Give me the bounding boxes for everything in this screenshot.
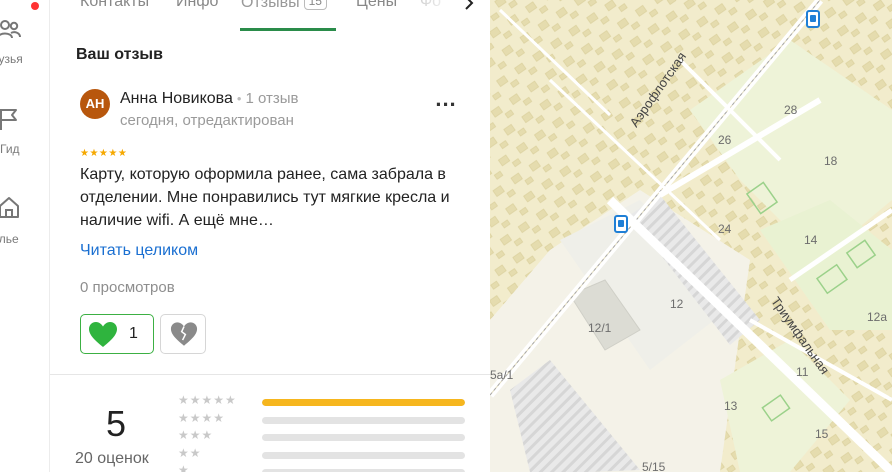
dislike-button[interactable] xyxy=(160,314,206,354)
org-panel: Контакты Инфо Отзывы15 Цены Фо Ваш отзыв… xyxy=(50,0,490,472)
review-stars: ★★★★★ xyxy=(80,148,128,159)
histogram-stars: ★★★★ xyxy=(178,411,226,425)
histogram-row: ★★★ xyxy=(178,428,468,445)
tab-reviews[interactable]: Отзывы 15 xyxy=(241,0,327,12)
tab-prices[interactable]: Цены xyxy=(356,0,397,11)
house-number: 11 xyxy=(796,365,809,379)
rail-item-friends[interactable]: рузья xyxy=(0,8,49,72)
tabs-fade xyxy=(410,0,460,30)
histogram-bar-fill xyxy=(262,399,465,406)
tab-info[interactable]: Инфо xyxy=(176,0,218,11)
house-number: 14 xyxy=(804,233,818,247)
housing-icon xyxy=(0,197,19,218)
rail-item-housing[interactable]: илье xyxy=(0,188,49,252)
house-number: 13 xyxy=(724,399,738,413)
house-number: 26 xyxy=(718,133,732,147)
transit-stop-icon[interactable] xyxy=(806,10,820,28)
rating-value: 5 xyxy=(106,403,127,444)
read-more-link[interactable]: Читать целиком xyxy=(80,242,198,260)
author-name[interactable]: Анна Новикова xyxy=(120,90,233,107)
rail-label-friends: рузья xyxy=(0,52,23,66)
left-rail: рузья Гид илье xyxy=(0,0,50,472)
rail-label-housing: илье xyxy=(0,232,19,246)
tab-reviews-label: Отзывы xyxy=(241,0,300,11)
section-divider xyxy=(50,374,490,375)
histogram-bar xyxy=(262,417,465,424)
histogram-stars: ★ xyxy=(178,463,190,472)
histogram-bar xyxy=(262,399,465,406)
avatar[interactable]: АН xyxy=(80,89,110,119)
histogram-stars: ★★★ xyxy=(178,428,214,442)
histogram-row: ★★★★ xyxy=(178,411,468,428)
rail-item-guide[interactable]: Гид xyxy=(0,100,49,164)
tab-contacts[interactable]: Контакты xyxy=(80,0,149,11)
house-number: 5/15 xyxy=(642,460,666,472)
histogram-bar xyxy=(262,452,465,459)
house-number: 24 xyxy=(718,222,732,236)
heart-green-icon xyxy=(89,322,117,347)
map[interactable]: Аэрофлотская Триумфальная 28 26 18 24 14… xyxy=(490,0,892,472)
friends-icon xyxy=(0,20,21,39)
histogram-bar xyxy=(262,434,465,441)
rail-label-guide: Гид xyxy=(0,142,20,156)
tab-bar: Контакты Инфо Отзывы15 Цены Фо xyxy=(50,0,490,31)
review-date: сегодня, отредактирован xyxy=(120,112,294,129)
house-number: 12/1 xyxy=(588,321,612,335)
guide-flag-icon xyxy=(0,109,17,130)
histogram-stars: ★★ xyxy=(178,446,202,460)
like-button[interactable]: 1 xyxy=(80,314,154,354)
histogram-row: ★★ xyxy=(178,446,468,463)
histogram-row: ★ xyxy=(178,463,468,472)
review-author: Анна Новикова • 1 отзыв xyxy=(120,90,298,108)
tabs-scroll-right-button[interactable] xyxy=(458,0,490,31)
review-text: Карту, которую оформила ранее, сама забр… xyxy=(80,166,450,229)
more-options-button[interactable]: ... xyxy=(428,88,464,116)
house-number: 15 xyxy=(815,427,829,441)
tab-reviews-count: 15 xyxy=(303,0,327,10)
house-number: 18 xyxy=(824,154,838,168)
active-tab-indicator xyxy=(240,28,336,31)
house-number: 28 xyxy=(784,103,798,117)
house-number: 5а/1 xyxy=(490,368,514,382)
histogram-row: ★★★★★ xyxy=(178,393,468,410)
rating-count: 20 оценок xyxy=(75,450,149,467)
transit-stop-icon[interactable] xyxy=(614,215,628,233)
house-number: 12а xyxy=(867,310,888,324)
heart-broken-icon xyxy=(170,322,198,346)
chevron-right-icon xyxy=(465,0,474,10)
house-number: 12 xyxy=(670,297,684,311)
views-count: 0 просмотров xyxy=(80,279,175,296)
histogram-stars: ★★★★★ xyxy=(178,393,237,407)
author-reviews-count: 1 отзыв xyxy=(245,90,299,107)
map-canvas xyxy=(490,0,892,472)
meta-separator: • xyxy=(236,91,242,106)
like-count: 1 xyxy=(129,325,138,342)
your-review-title: Ваш отзыв xyxy=(76,46,163,63)
